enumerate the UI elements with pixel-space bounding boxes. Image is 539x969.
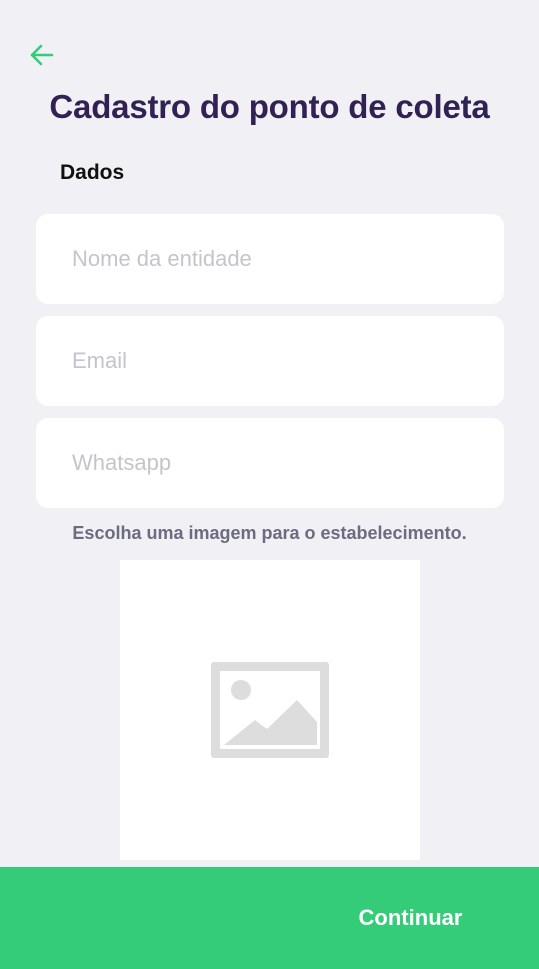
arrow-left-icon — [30, 44, 54, 66]
whatsapp-input[interactable] — [36, 418, 504, 508]
section-label: Dados — [60, 161, 125, 184]
image-placeholder-icon — [211, 662, 329, 758]
page-title: Cadastro do ponto de coleta — [49, 88, 490, 125]
continue-button[interactable]: Continuar — [300, 867, 539, 969]
footer-bar: Continuar — [0, 867, 539, 969]
back-button[interactable] — [24, 38, 58, 72]
image-hint-text: Escolha uma imagem para o estabeleciment… — [72, 523, 467, 543]
entity-name-input[interactable] — [36, 214, 504, 304]
register-collection-point-screen: Cadastro do ponto de coleta Dados Escolh… — [0, 0, 539, 969]
image-picker[interactable] — [120, 560, 420, 860]
email-input[interactable] — [36, 316, 504, 406]
